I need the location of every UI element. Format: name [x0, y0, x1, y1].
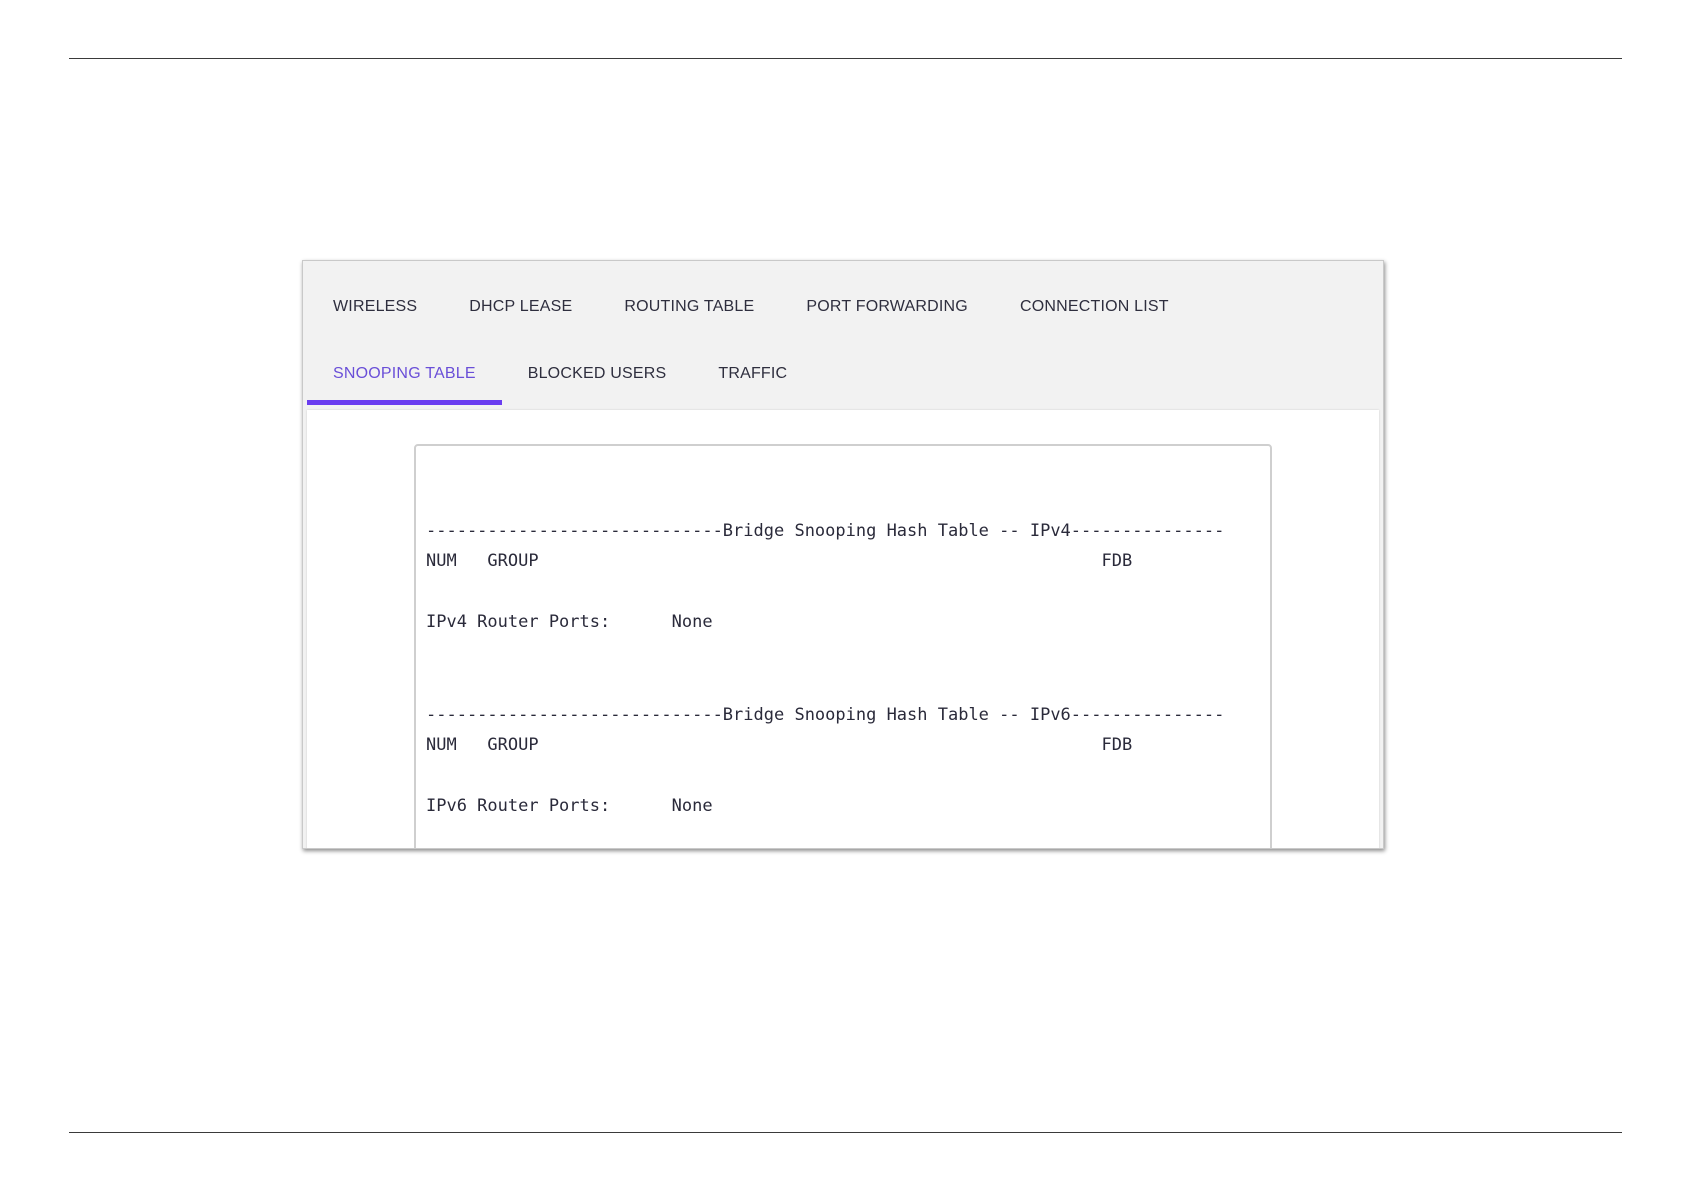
tab-snooping-table[interactable]: SNOOPING TABLE [307, 344, 502, 405]
ipv4-table-header: -----------------------------Bridge Snoo… [426, 521, 1225, 541]
tab-dhcp-lease[interactable]: DHCP LEASE [443, 277, 598, 337]
tab-wireless[interactable]: WIRELESS [307, 277, 443, 337]
tab-bar: WIRELESS DHCP LEASE ROUTING TABLE PORT F… [307, 261, 1379, 405]
tab-blocked-users[interactable]: BLOCKED USERS [502, 344, 693, 404]
top-rule [69, 58, 1622, 59]
ipv6-column-headers: NUM GROUP FDB [426, 735, 1133, 755]
tab-connection-list[interactable]: CONNECTION LIST [994, 277, 1195, 337]
snooping-table-output[interactable]: -----------------------------Bridge Snoo… [414, 444, 1272, 848]
ipv4-column-headers: NUM GROUP FDB [426, 551, 1133, 571]
status-screenshot: WIRELESS DHCP LEASE ROUTING TABLE PORT F… [302, 260, 1384, 849]
tab-routing-table[interactable]: ROUTING TABLE [598, 277, 780, 337]
bottom-rule [69, 1132, 1622, 1133]
ipv6-router-ports: IPv6 Router Ports: None [426, 796, 713, 816]
ipv4-router-ports: IPv4 Router Ports: None [426, 612, 713, 632]
tab-row-2: SNOOPING TABLE BLOCKED USERS TRAFFIC [307, 344, 813, 405]
ipv6-table-header: -----------------------------Bridge Snoo… [426, 705, 1225, 725]
tab-traffic[interactable]: TRAFFIC [692, 344, 813, 404]
tab-content-panel: -----------------------------Bridge Snoo… [307, 410, 1379, 848]
tab-port-forwarding[interactable]: PORT FORWARDING [780, 277, 994, 337]
tab-row-1: WIRELESS DHCP LEASE ROUTING TABLE PORT F… [307, 277, 1195, 337]
